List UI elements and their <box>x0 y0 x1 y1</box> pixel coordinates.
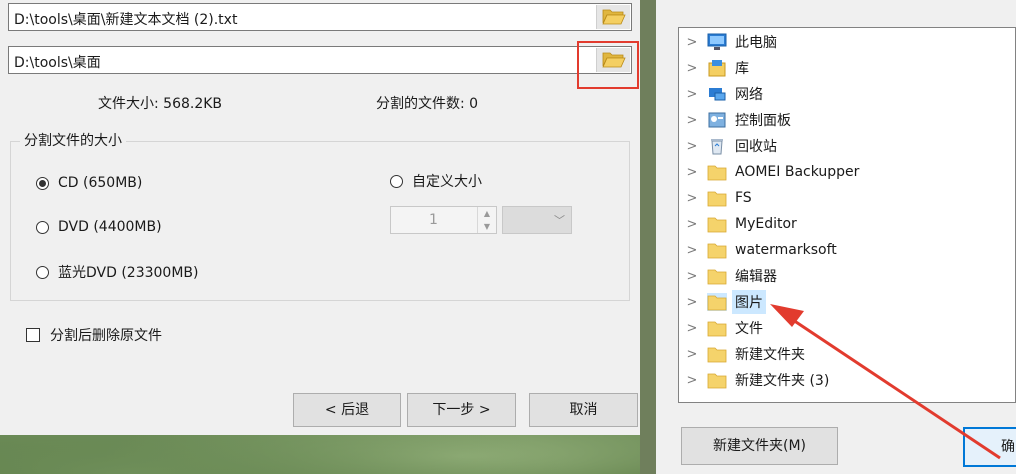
computer-icon <box>707 33 727 51</box>
tree-item[interactable]: > 网络 <box>679 82 1015 106</box>
tree-item[interactable]: > 文件 <box>679 316 1015 340</box>
custom-size-value: 1 <box>429 212 438 228</box>
option-bluray-label: 蓝光DVD (23300MB) <box>58 265 199 281</box>
folder-icon <box>707 371 727 389</box>
tree-item-label: 网络 <box>735 87 763 103</box>
folder-icon <box>707 345 727 363</box>
window-gap <box>640 0 656 474</box>
tree-item[interactable]: > 新建文件夹 <box>679 342 1015 366</box>
chevron-right-icon[interactable]: > <box>685 373 699 388</box>
network-icon <box>707 85 727 103</box>
option-dvd-label: DVD (4400MB) <box>58 219 162 235</box>
chevron-right-icon[interactable]: > <box>685 61 699 76</box>
delete-original-option[interactable]: 分割后删除原文件 <box>26 325 162 345</box>
chevron-right-icon[interactable]: > <box>685 35 699 50</box>
tree-item[interactable]: > MyEditor <box>679 212 1015 236</box>
tree-item-label: 编辑器 <box>735 269 777 285</box>
ok-button[interactable]: 确 <box>963 427 1016 467</box>
tree-item-label: 新建文件夹 <box>735 347 805 363</box>
chevron-right-icon[interactable]: > <box>685 243 699 258</box>
chevron-right-icon[interactable]: > <box>685 269 699 284</box>
tree-item-label: 回收站 <box>735 139 777 155</box>
chevron-right-icon[interactable]: > <box>685 191 699 206</box>
library-icon <box>707 59 727 77</box>
radio-dvd[interactable] <box>36 220 49 234</box>
control-panel-icon <box>707 111 727 129</box>
chevron-right-icon[interactable]: > <box>685 113 699 128</box>
chevron-down-icon[interactable]: ▼ <box>478 220 496 233</box>
tree-item[interactable]: > 控制面板 <box>679 108 1015 132</box>
chevron-right-icon[interactable]: > <box>685 87 699 102</box>
tree-item-label: 此电脑 <box>735 35 777 51</box>
chevron-right-icon[interactable]: > <box>685 295 699 310</box>
new-folder-button[interactable]: 新建文件夹(M) <box>681 427 838 465</box>
split-size-group-title: 分割文件的大小 <box>20 130 126 150</box>
folder-icon <box>707 215 727 233</box>
tree-item[interactable]: > FS <box>679 186 1015 210</box>
file-size-label: 文件大小: 568.2KB <box>98 96 223 112</box>
tree-item[interactable]: > watermarksoft <box>679 238 1015 262</box>
browse-source-button[interactable] <box>596 5 630 29</box>
chevron-right-icon[interactable]: > <box>685 139 699 154</box>
tree-item[interactable]: > 回收站 <box>679 134 1015 158</box>
tree-item[interactable]: > AOMEI Backupper <box>679 160 1015 184</box>
tree-item-label: watermarksoft <box>735 242 837 258</box>
tree-item[interactable]: > 编辑器 <box>679 264 1015 288</box>
radio-cd[interactable] <box>36 176 49 190</box>
folder-icon <box>707 293 727 311</box>
split-wizard-panel: D:\tools\桌面\新建文本文档 (2).txt D:\tools\桌面 文… <box>0 0 640 385</box>
split-count-label: 分割的文件数: 0 <box>376 96 479 112</box>
cancel-button[interactable]: 取消 <box>529 393 638 427</box>
chevron-right-icon[interactable]: > <box>685 217 699 232</box>
tree-item-label: AOMEI Backupper <box>735 164 860 180</box>
source-file-field[interactable]: D:\tools\桌面\新建文本文档 (2).txt <box>8 3 632 31</box>
radio-bluray[interactable] <box>36 265 49 279</box>
source-file-path: D:\tools\桌面\新建文本文档 (2).txt <box>14 12 238 28</box>
chevron-right-icon[interactable]: > <box>685 321 699 336</box>
option-custom-label: 自定义大小 <box>412 174 482 190</box>
option-custom[interactable]: 自定义大小 <box>390 171 482 191</box>
folder-icon <box>707 189 727 207</box>
folder-icon <box>707 319 727 337</box>
radio-custom[interactable] <box>390 174 403 188</box>
folder-tree[interactable]: > 此电脑 > 库 > 网络 > 控制面板 > 回收站 > AOMEI Backupper > FS > My… <box>678 27 1016 403</box>
folder-open-icon <box>602 9 626 25</box>
option-dvd[interactable]: DVD (4400MB) <box>36 219 162 235</box>
chevron-up-icon[interactable]: ▲ <box>478 207 496 220</box>
output-folder-field[interactable]: D:\tools\桌面 <box>8 46 632 74</box>
tree-item[interactable]: > 此电脑 <box>679 30 1015 54</box>
chevron-right-icon[interactable]: > <box>685 347 699 362</box>
tree-item-label: 文件 <box>735 321 763 337</box>
chevron-down-icon: ﹀ <box>554 214 565 227</box>
folder-icon <box>707 241 727 259</box>
option-cd-label: CD (650MB) <box>58 175 143 191</box>
browse-highlight-box <box>577 41 639 89</box>
folder-icon <box>707 267 727 285</box>
folder-icon <box>707 163 727 181</box>
back-button[interactable]: < 后退 <box>293 393 401 427</box>
next-button[interactable]: 下一步 > <box>407 393 516 427</box>
tree-item-label: 图片 <box>732 290 766 314</box>
tree-item-label: 控制面板 <box>735 113 791 129</box>
option-cd[interactable]: CD (650MB) <box>36 175 142 191</box>
tree-item[interactable]: > 图片 <box>679 290 1015 314</box>
tree-item-label: FS <box>735 190 752 206</box>
stepper-arrows[interactable]: ▲ ▼ <box>477 207 496 233</box>
custom-size-stepper[interactable]: 1 ▲ ▼ <box>390 206 497 234</box>
tree-item-label: 库 <box>735 61 749 77</box>
option-bluray[interactable]: 蓝光DVD (23300MB) <box>36 262 199 282</box>
tree-item[interactable]: > 新建文件夹 (3) <box>679 368 1015 392</box>
tree-item-label: MyEditor <box>735 216 797 232</box>
output-folder-path: D:\tools\桌面 <box>14 55 101 71</box>
tree-item[interactable]: > 库 <box>679 56 1015 80</box>
tree-item-label: 新建文件夹 (3) <box>735 373 830 389</box>
delete-original-checkbox[interactable] <box>26 328 40 342</box>
delete-original-label: 分割后删除原文件 <box>50 328 162 344</box>
chevron-right-icon[interactable]: > <box>685 165 699 180</box>
custom-size-unit-select[interactable]: ﹀ <box>502 206 572 234</box>
recycle-bin-icon <box>707 137 727 155</box>
